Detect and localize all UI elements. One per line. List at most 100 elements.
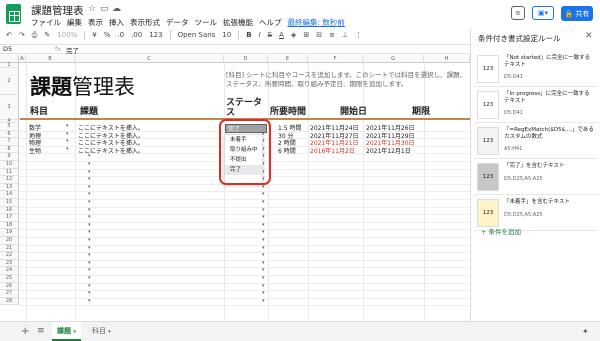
column-header[interactable]: A: [19, 55, 26, 63]
chevron-down-icon[interactable]: ▾: [262, 191, 265, 197]
format-more-button[interactable]: 123: [149, 31, 162, 39]
header-task[interactable]: 課題: [80, 104, 98, 117]
menu-data[interactable]: データ: [166, 17, 189, 28]
chevron-down-icon[interactable]: ▾: [262, 229, 265, 235]
chevron-down-icon[interactable]: ▾: [88, 252, 91, 258]
chevron-down-icon[interactable]: ▾: [88, 199, 91, 205]
chevron-down-icon[interactable]: ▾: [262, 222, 265, 228]
chevron-down-icon[interactable]: ▾: [88, 245, 91, 251]
menu-insert[interactable]: 挿入: [109, 17, 124, 28]
chevron-down-icon[interactable]: ▾: [66, 123, 69, 129]
last-edit-link[interactable]: 最終編集: 数秒前: [288, 17, 345, 28]
star-icon[interactable]: ☆: [88, 4, 96, 14]
row-header[interactable]: 23: [0, 259, 19, 268]
menu-edit[interactable]: 編集: [67, 17, 82, 28]
undo-icon[interactable]: ↶: [6, 31, 12, 39]
row-header[interactable]: 27: [0, 290, 19, 298]
row-header[interactable]: 15: [0, 199, 19, 207]
row-header[interactable]: 22: [0, 252, 19, 260]
bold-button[interactable]: B: [246, 31, 251, 39]
menu-tools[interactable]: ツール: [195, 17, 218, 28]
row-header[interactable]: 16: [0, 206, 19, 215]
chevron-down-icon[interactable]: ▾: [88, 283, 91, 289]
chevron-down-icon[interactable]: ▾: [262, 252, 265, 258]
row-header[interactable]: 13: [0, 183, 19, 192]
sheet-tab-tasks[interactable]: 課題 ▾: [52, 322, 81, 341]
row-header[interactable]: 24: [0, 267, 19, 275]
more-icon[interactable]: ⋮: [355, 31, 362, 39]
header-time[interactable]: 所要時間: [270, 104, 306, 117]
chevron-down-icon[interactable]: ▾: [88, 298, 91, 304]
row-header[interactable]: 25: [0, 275, 19, 283]
menu-extensions[interactable]: 拡張機能: [223, 17, 253, 28]
column-header[interactable]: B: [26, 55, 75, 63]
menu-view[interactable]: 表示: [88, 17, 103, 28]
chevron-down-icon[interactable]: ▾: [88, 214, 91, 220]
chevron-down-icon[interactable]: ▾: [88, 191, 91, 197]
chevron-down-icon[interactable]: ▾: [88, 207, 91, 213]
formula-input[interactable]: 完了: [66, 45, 79, 55]
cell-due[interactable]: 2021年12月1日: [366, 146, 411, 155]
column-header[interactable]: F: [308, 55, 363, 63]
valign-icon[interactable]: ⊥: [342, 31, 348, 39]
add-rule-button[interactable]: + 条件を追加: [481, 226, 521, 236]
borders-icon[interactable]: ⊞: [303, 31, 309, 39]
chevron-down-icon[interactable]: ▾: [88, 237, 91, 243]
chevron-down-icon[interactable]: ▾: [73, 329, 76, 335]
chevron-down-icon[interactable]: ▾: [262, 267, 265, 273]
column-header[interactable]: G: [363, 55, 424, 63]
row-header[interactable]: 10: [0, 161, 19, 169]
column-header[interactable]: D: [224, 55, 268, 63]
row-header[interactable]: 26: [0, 282, 19, 291]
cell-subject[interactable]: 生物: [29, 146, 41, 155]
zoom-select[interactable]: 100%: [57, 31, 77, 39]
chevron-down-icon[interactable]: ▾: [66, 138, 69, 144]
paint-format-icon[interactable]: ✎: [44, 31, 50, 39]
chevron-down-icon[interactable]: ▾: [88, 229, 91, 235]
chevron-down-icon[interactable]: ▾: [88, 222, 91, 228]
format-rule[interactable]: 123 「Not started」に完全に一致するテキスト D5:D41: [474, 52, 598, 87]
format-rule[interactable]: 123 「In progress」に完全に一致するテキスト D5:D41: [474, 88, 598, 123]
row-header[interactable]: 9: [0, 153, 19, 161]
add-sheet-button[interactable]: +: [21, 322, 29, 341]
chevron-down-icon[interactable]: ▾: [88, 267, 91, 273]
row-header[interactable]: 28: [0, 297, 19, 306]
row-header[interactable]: 18: [0, 221, 19, 230]
move-folder-icon[interactable]: ▭: [100, 4, 109, 14]
row-header[interactable]: 19: [0, 229, 19, 237]
chevron-down-icon[interactable]: ▾: [88, 161, 91, 167]
strikethrough-button[interactable]: S: [268, 31, 272, 39]
explore-icon[interactable]: ✦: [582, 322, 589, 341]
currency-button[interactable]: ¥: [92, 31, 96, 39]
menu-help[interactable]: ヘルプ: [259, 17, 282, 28]
font-size-select[interactable]: 10: [222, 31, 231, 39]
doc-title[interactable]: 課題管理表: [31, 3, 84, 18]
row-header[interactable]: 14: [0, 191, 19, 199]
row-header[interactable]: 21: [0, 244, 19, 253]
chevron-down-icon[interactable]: ▾: [66, 146, 69, 152]
row-header[interactable]: 5: [0, 123, 19, 131]
print-icon[interactable]: ⎙: [32, 31, 38, 40]
chevron-down-icon[interactable]: ▾: [262, 237, 265, 243]
font-select[interactable]: Open Sans: [178, 31, 216, 39]
chevron-down-icon[interactable]: ▾: [262, 199, 265, 205]
all-sheets-button[interactable]: ≡: [37, 322, 45, 341]
italic-button[interactable]: I: [259, 31, 261, 39]
percent-button[interactable]: %: [104, 31, 111, 39]
chevron-down-icon[interactable]: ▾: [108, 329, 111, 335]
row-header[interactable]: 11: [0, 168, 19, 177]
cell-start[interactable]: 2016年11月2日: [310, 146, 355, 155]
row-header[interactable]: 17: [0, 214, 19, 222]
chevron-down-icon[interactable]: ▾: [262, 283, 265, 289]
chevron-down-icon[interactable]: ▾: [88, 169, 91, 175]
header-due[interactable]: 期限: [412, 104, 430, 117]
chevron-down-icon[interactable]: ▾: [262, 245, 265, 251]
name-box[interactable]: D5: [3, 45, 12, 53]
share-button[interactable]: 🔒 共有: [561, 6, 593, 21]
row-header[interactable]: 2: [0, 68, 19, 95]
chevron-down-icon[interactable]: ▾: [88, 275, 91, 281]
redo-icon[interactable]: ↷: [19, 31, 25, 39]
chevron-down-icon[interactable]: ▾: [88, 176, 91, 182]
header-start[interactable]: 開始日: [340, 104, 367, 117]
chevron-down-icon[interactable]: ▾: [88, 290, 91, 296]
